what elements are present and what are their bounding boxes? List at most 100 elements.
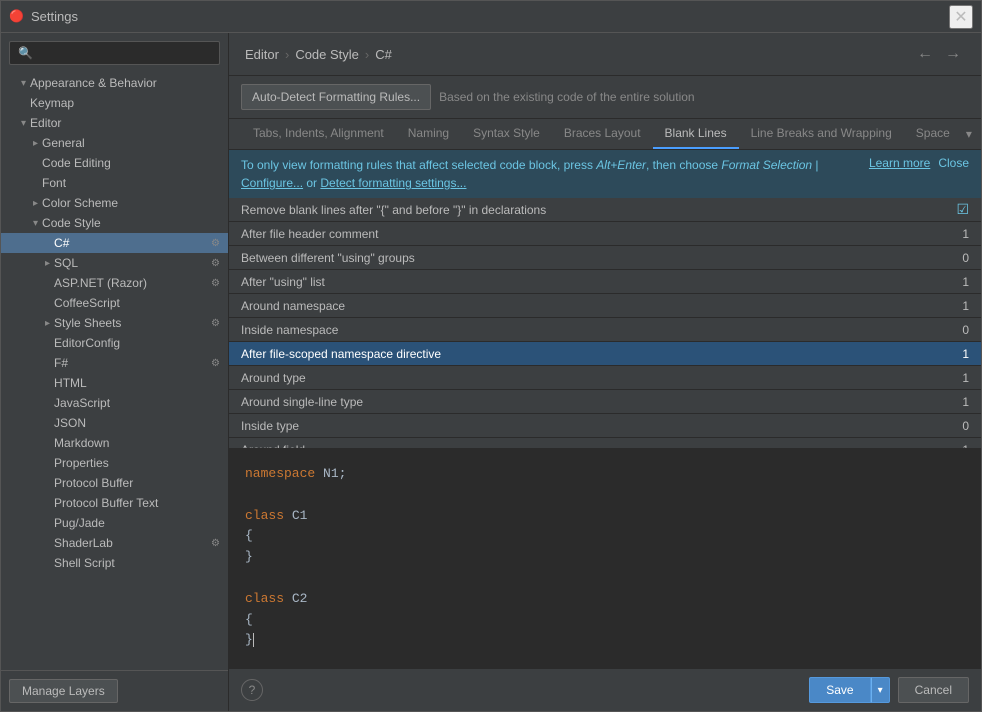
setting-row[interactable]: Inside namespace 0: [229, 318, 981, 342]
sidebar-item-protocol-buffer-text[interactable]: ▾ Protocol Buffer Text: [1, 493, 228, 513]
sidebar-item-markdown[interactable]: ▾ Markdown: [1, 433, 228, 453]
setting-row[interactable]: Around namespace 1: [229, 294, 981, 318]
breadcrumb-csharp: C#: [375, 47, 392, 62]
back-button[interactable]: ←: [913, 43, 937, 65]
sidebar-item-label: CoffeeScript: [54, 296, 220, 310]
setting-value: 1: [929, 275, 969, 289]
cancel-button[interactable]: Cancel: [898, 677, 969, 703]
info-close-button[interactable]: Close: [938, 156, 969, 170]
sidebar: ▾ Appearance & Behavior ▾ Keymap ▾ Edito…: [1, 33, 229, 711]
sidebar-item-aspnet[interactable]: ▾ ASP.NET (Razor) ⚙: [1, 273, 228, 293]
setting-row[interactable]: Around single-line type 1: [229, 390, 981, 414]
setting-name: After file header comment: [241, 227, 929, 241]
help-button[interactable]: ?: [241, 679, 263, 701]
nav-tree: ▾ Appearance & Behavior ▾ Keymap ▾ Edito…: [1, 73, 228, 670]
sidebar-item-style-sheets[interactable]: ▸ Style Sheets ⚙: [1, 313, 228, 333]
tab-space[interactable]: Space: [904, 119, 962, 149]
settings-icon: ⚙: [211, 318, 220, 329]
tab-syntax-style[interactable]: Syntax Style: [461, 119, 552, 149]
info-separator: |: [812, 158, 818, 172]
sidebar-item-coffeescript[interactable]: ▾ CoffeeScript: [1, 293, 228, 313]
sidebar-item-csharp[interactable]: ▾ C# ⚙: [1, 233, 228, 253]
sidebar-item-label: JavaScript: [54, 396, 220, 410]
sidebar-item-label: ShaderLab: [54, 536, 211, 550]
setting-row[interactable]: After file header comment 1: [229, 222, 981, 246]
tab-blank-lines[interactable]: Blank Lines: [653, 119, 739, 149]
collapse-arrow: ▸: [33, 198, 38, 209]
sidebar-item-html[interactable]: ▾ HTML: [1, 373, 228, 393]
setting-row[interactable]: Around type 1: [229, 366, 981, 390]
save-group: Save ▾: [809, 677, 889, 703]
tab-line-breaks[interactable]: Line Breaks and Wrapping: [739, 119, 904, 149]
setting-row[interactable]: Inside type 0: [229, 414, 981, 438]
search-input[interactable]: [9, 41, 220, 65]
learn-more-link[interactable]: Learn more: [869, 156, 930, 170]
setting-row[interactable]: Between different "using" groups 0: [229, 246, 981, 270]
close-button[interactable]: ✕: [949, 5, 973, 29]
sidebar-item-general[interactable]: ▸ General: [1, 133, 228, 153]
info-text-3: or: [303, 176, 320, 190]
sidebar-item-code-style[interactable]: ▾ Code Style: [1, 213, 228, 233]
info-configure-link[interactable]: Configure...: [241, 176, 303, 190]
setting-row[interactable]: Around field 1: [229, 438, 981, 448]
sidebar-item-protocol-buffer[interactable]: ▾ Protocol Buffer: [1, 473, 228, 493]
sidebar-item-shell-script[interactable]: ▾ Shell Script: [1, 553, 228, 573]
sidebar-item-json[interactable]: ▾ JSON: [1, 413, 228, 433]
tab-naming[interactable]: Naming: [396, 119, 461, 149]
search-box: [1, 33, 228, 73]
sidebar-item-label: Shell Script: [54, 556, 220, 570]
cursor: [253, 633, 254, 647]
setting-name: Around single-line type: [241, 395, 929, 409]
sidebar-item-fsharp[interactable]: ▾ F# ⚙: [1, 353, 228, 373]
sidebar-item-javascript[interactable]: ▾ JavaScript: [1, 393, 228, 413]
sidebar-item-label: SQL: [54, 256, 211, 270]
sidebar-item-shaderlab[interactable]: ▾ ShaderLab ⚙: [1, 533, 228, 553]
sidebar-item-label: Code Editing: [42, 156, 220, 170]
setting-row[interactable]: After "using" list 1: [229, 270, 981, 294]
info-text-1: To only view formatting rules that affec…: [241, 158, 596, 172]
sidebar-item-code-editing[interactable]: ▾ Code Editing: [1, 153, 228, 173]
settings-icon: ⚙: [211, 278, 220, 289]
setting-name: After file-scoped namespace directive: [241, 347, 929, 361]
sidebar-item-label: Font: [42, 176, 220, 190]
code-line: namespace N1;: [245, 464, 965, 485]
sidebar-item-pug-jade[interactable]: ▾ Pug/Jade: [1, 513, 228, 533]
sidebar-item-editor[interactable]: ▾ Editor: [1, 113, 228, 133]
breadcrumb-sep-2: ›: [365, 47, 369, 62]
tab-braces-layout[interactable]: Braces Layout: [552, 119, 653, 149]
save-dropdown-button[interactable]: ▾: [871, 677, 890, 703]
sidebar-item-font[interactable]: ▾ Font: [1, 173, 228, 193]
keyword: class: [245, 591, 284, 606]
collapse-arrow: ▸: [33, 138, 38, 149]
toolbar-hint: Based on the existing code of the entire…: [439, 90, 695, 104]
sidebar-item-label: EditorConfig: [54, 336, 220, 350]
setting-row[interactable]: Remove blank lines after "{" and before …: [229, 198, 981, 222]
sidebar-item-properties[interactable]: ▾ Properties: [1, 453, 228, 473]
keyword: namespace: [245, 466, 315, 481]
auto-detect-button[interactable]: Auto-Detect Formatting Rules...: [241, 84, 431, 110]
sidebar-item-editorconfig[interactable]: ▾ EditorConfig: [1, 333, 228, 353]
forward-button[interactable]: →: [941, 43, 965, 65]
code-text: }: [245, 632, 253, 647]
tab-tabs-indents[interactable]: Tabs, Indents, Alignment: [241, 119, 396, 149]
setting-name: Around namespace: [241, 299, 929, 313]
sidebar-item-color-scheme[interactable]: ▸ Color Scheme: [1, 193, 228, 213]
breadcrumb-code-style: Code Style: [295, 47, 359, 62]
manage-layers-button[interactable]: Manage Layers: [9, 679, 118, 703]
sidebar-item-label: Protocol Buffer: [54, 476, 220, 490]
sidebar-item-label: Style Sheets: [54, 316, 211, 330]
breadcrumb-sep-1: ›: [285, 47, 289, 62]
sidebar-item-keymap[interactable]: ▾ Keymap: [1, 93, 228, 113]
settings-icon: ⚙: [211, 538, 220, 549]
sidebar-item-sql[interactable]: ▸ SQL ⚙: [1, 253, 228, 273]
settings-icon: ⚙: [211, 358, 220, 369]
setting-value: 1: [929, 227, 969, 241]
sidebar-item-label: Pug/Jade: [54, 516, 220, 530]
setting-name: Inside type: [241, 419, 929, 433]
tabs-more-icon[interactable]: ▾: [962, 123, 976, 145]
sidebar-item-appearance[interactable]: ▾ Appearance & Behavior: [1, 73, 228, 93]
setting-row-highlighted[interactable]: After file-scoped namespace directive 1: [229, 342, 981, 366]
settings-icon: ⚙: [211, 258, 220, 269]
save-button[interactable]: Save: [809, 677, 870, 703]
info-detect-link[interactable]: Detect formatting settings...: [320, 176, 466, 190]
